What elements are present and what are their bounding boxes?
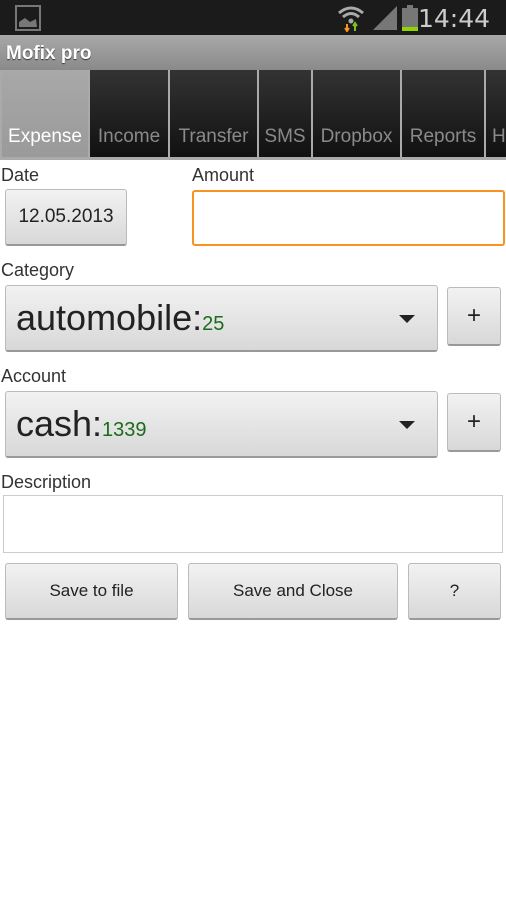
signal-icon <box>373 6 397 30</box>
battery-icon <box>402 5 418 31</box>
add-category-button[interactable]: + <box>447 287 501 346</box>
category-value: automobile: <box>16 297 203 338</box>
dropdown-arrow-icon <box>399 315 415 323</box>
date-button[interactable]: 12.05.2013 <box>5 189 127 246</box>
tab-dropbox[interactable]: Dropbox <box>313 70 400 157</box>
account-label: Account <box>1 366 67 386</box>
tab-income[interactable]: Income <box>90 70 168 157</box>
image-notification-icon <box>15 5 41 31</box>
description-input[interactable] <box>3 495 503 553</box>
date-label: Date <box>1 165 40 185</box>
help-button[interactable]: ? <box>408 563 501 620</box>
app-title: Mofix pro <box>0 35 506 70</box>
tab-expense[interactable]: Expense <box>2 70 88 157</box>
account-dropdown[interactable]: cash: 1339 <box>5 391 438 458</box>
tab-sms[interactable]: SMS <box>259 70 311 157</box>
tab-transfer[interactable]: Transfer <box>170 70 257 157</box>
wifi-icon <box>338 6 364 32</box>
save-and-close-button[interactable]: Save and Close <box>188 563 398 620</box>
clock: 14:44 <box>417 4 490 33</box>
description-label: Description <box>1 472 92 492</box>
save-to-file-button[interactable]: Save to file <box>5 563 178 620</box>
status-bar: 14:44 <box>0 0 506 35</box>
tab-reports[interactable]: Reports <box>402 70 484 157</box>
tab-bar: Expense Income Transfer SMS Dropbox Repo… <box>0 70 506 160</box>
category-count: 25 <box>202 312 225 335</box>
dropdown-arrow-icon <box>399 421 415 429</box>
category-dropdown[interactable]: automobile: 25 <box>5 285 438 352</box>
account-count: 1339 <box>102 418 147 441</box>
tab-help[interactable]: H <box>486 70 506 157</box>
amount-input[interactable] <box>192 190 505 246</box>
amount-label: Amount <box>192 165 255 185</box>
add-account-button[interactable]: + <box>447 393 501 452</box>
category-label: Category <box>1 260 75 280</box>
account-value: cash: <box>16 403 103 444</box>
